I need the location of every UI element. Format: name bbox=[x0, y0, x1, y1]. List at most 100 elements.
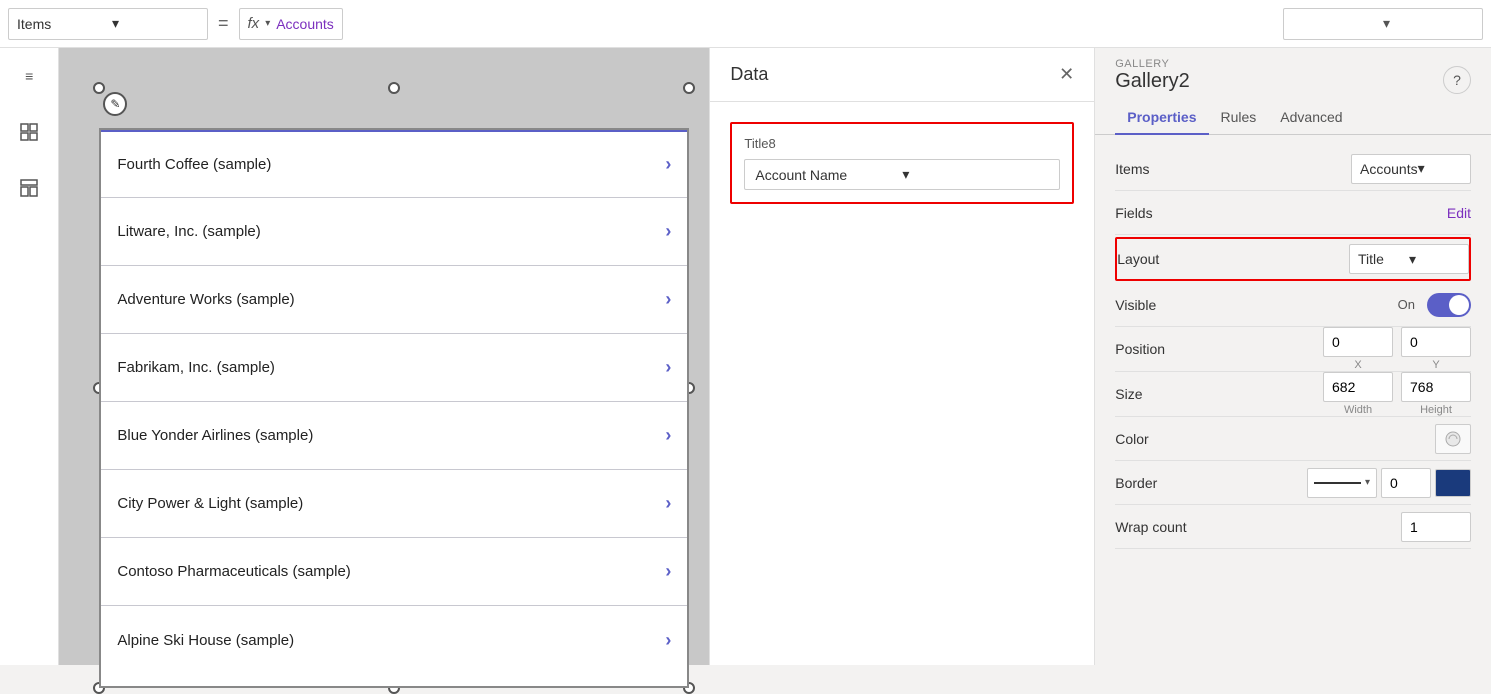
fx-value: Accounts bbox=[276, 16, 334, 32]
wrap-count-value bbox=[1223, 512, 1471, 542]
visible-on-label: On bbox=[1398, 297, 1415, 312]
layout-dropdown[interactable]: Title ▾ bbox=[1349, 244, 1469, 274]
gallery-item[interactable]: Fabrikam, Inc. (sample) › bbox=[101, 334, 687, 402]
gallery-widget: Fourth Coffee (sample) › Litware, Inc. (… bbox=[99, 128, 689, 688]
size-value: Width Height bbox=[1223, 372, 1471, 416]
gallery-item-text: Litware, Inc. (sample) bbox=[117, 223, 665, 240]
equals-separator: = bbox=[208, 13, 239, 34]
visible-toggle[interactable] bbox=[1427, 293, 1471, 317]
color-row: Color bbox=[1115, 417, 1471, 461]
gallery-item[interactable]: Fourth Coffee (sample) › bbox=[101, 130, 687, 198]
layout-label: Layout bbox=[1117, 251, 1217, 267]
data-panel-header: Data ✕ bbox=[710, 48, 1094, 102]
size-height-label: Height bbox=[1420, 404, 1452, 416]
account-name-value: Account Name bbox=[755, 167, 902, 183]
items-row: Items Accounts ▾ bbox=[1115, 147, 1471, 191]
fx-chevron: ▾ bbox=[265, 18, 270, 29]
components-icon[interactable] bbox=[11, 170, 47, 206]
data-field-group: Title8 Account Name ▾ bbox=[730, 122, 1074, 204]
wrap-count-row: Wrap count bbox=[1115, 505, 1471, 549]
gallery-item[interactable]: Litware, Inc. (sample) › bbox=[101, 198, 687, 266]
border-value: ▾ bbox=[1223, 468, 1471, 498]
items-dropdown-value: Accounts bbox=[1360, 161, 1418, 177]
gallery-item-text: Adventure Works (sample) bbox=[117, 291, 665, 308]
data-field-label: Title8 bbox=[744, 136, 1060, 151]
gallery-item-text: Alpine Ski House (sample) bbox=[117, 632, 665, 649]
size-row: Size Width Height bbox=[1115, 372, 1471, 417]
gallery-item[interactable]: City Power & Light (sample) › bbox=[101, 470, 687, 538]
tab-advanced[interactable]: Advanced bbox=[1268, 101, 1354, 135]
layers-icon[interactable] bbox=[11, 114, 47, 150]
size-height-input[interactable] bbox=[1401, 372, 1471, 402]
gallery-item-text: Contoso Pharmaceuticals (sample) bbox=[117, 563, 665, 580]
visible-label: Visible bbox=[1115, 297, 1215, 313]
border-width-input[interactable] bbox=[1381, 468, 1431, 498]
gallery-item-chevron: › bbox=[665, 154, 671, 175]
gallery-item-text: Fourth Coffee (sample) bbox=[117, 156, 665, 173]
gallery-item-chevron: › bbox=[665, 357, 671, 378]
edit-handle[interactable]: ✎ bbox=[103, 92, 127, 116]
handle-tl[interactable] bbox=[93, 82, 105, 94]
fields-label: Fields bbox=[1115, 205, 1215, 221]
fields-row: Fields Edit bbox=[1115, 191, 1471, 235]
gallery-item-chevron: › bbox=[665, 289, 671, 310]
gallery-item[interactable]: Contoso Pharmaceuticals (sample) › bbox=[101, 538, 687, 606]
border-color-swatch[interactable] bbox=[1435, 469, 1471, 497]
gallery-item[interactable]: Adventure Works (sample) › bbox=[101, 266, 687, 334]
tab-properties[interactable]: Properties bbox=[1115, 101, 1208, 135]
data-panel-title: Data bbox=[730, 64, 768, 85]
right-panel-dropdown[interactable]: ▾ bbox=[1283, 8, 1483, 40]
position-row: Position X Y bbox=[1115, 327, 1471, 372]
hamburger-icon[interactable]: ≡ bbox=[11, 58, 47, 94]
items-dropdown[interactable]: Items ▾ bbox=[8, 8, 208, 40]
items-dropdown-chevron-prop: ▾ bbox=[1418, 160, 1462, 177]
color-picker-button[interactable] bbox=[1435, 424, 1471, 454]
layout-value: Title ▾ bbox=[1225, 244, 1469, 274]
wrap-count-label: Wrap count bbox=[1115, 519, 1215, 535]
fields-edit-link[interactable]: Edit bbox=[1447, 205, 1471, 221]
layout-row: Layout Title ▾ bbox=[1115, 237, 1471, 281]
size-label: Size bbox=[1115, 386, 1215, 402]
properties-header: GALLERY Gallery2 ? bbox=[1095, 48, 1491, 101]
position-value: X Y bbox=[1223, 327, 1471, 371]
size-width-input[interactable] bbox=[1323, 372, 1393, 402]
visible-value: On bbox=[1223, 293, 1471, 317]
account-name-dropdown[interactable]: Account Name ▾ bbox=[744, 159, 1060, 190]
data-panel: Data ✕ Title8 Account Name ▾ bbox=[709, 48, 1095, 665]
gallery-item-text: Fabrikam, Inc. (sample) bbox=[117, 359, 665, 376]
handle-tc[interactable] bbox=[388, 82, 400, 94]
size-width-label: Width bbox=[1344, 404, 1372, 416]
items-dropdown-chevron: ▾ bbox=[112, 15, 199, 32]
position-x-label: X bbox=[1354, 359, 1361, 371]
gallery-item-chevron: › bbox=[665, 493, 671, 514]
data-panel-close-button[interactable]: ✕ bbox=[1059, 64, 1074, 85]
visible-row: Visible On bbox=[1115, 283, 1471, 327]
position-y-input[interactable] bbox=[1401, 327, 1471, 357]
properties-panel: GALLERY Gallery2 ? Properties Rules Adva… bbox=[1095, 48, 1491, 665]
gallery-item[interactable]: Alpine Ski House (sample) › bbox=[101, 606, 687, 674]
formula-bar[interactable]: fx ▾ Accounts bbox=[239, 8, 343, 40]
gallery-item[interactable]: Blue Yonder Airlines (sample) › bbox=[101, 402, 687, 470]
canvas-area[interactable]: ✎ Fourth Coffee (sample) › Litware, Inc.… bbox=[59, 48, 709, 665]
items-dropdown-prop[interactable]: Accounts ▾ bbox=[1351, 154, 1471, 184]
position-x-input[interactable] bbox=[1323, 327, 1393, 357]
account-name-chevron: ▾ bbox=[902, 166, 1049, 183]
left-sidebar: ≡ bbox=[0, 48, 59, 665]
border-style-dropdown[interactable]: ▾ bbox=[1307, 468, 1377, 498]
border-style-chevron: ▾ bbox=[1365, 477, 1370, 488]
help-button[interactable]: ? bbox=[1443, 66, 1471, 94]
tab-rules[interactable]: Rules bbox=[1209, 101, 1269, 135]
gallery-item-text: City Power & Light (sample) bbox=[117, 495, 665, 512]
data-panel-body: Title8 Account Name ▾ bbox=[710, 102, 1094, 224]
gallery-item-text: Blue Yonder Airlines (sample) bbox=[117, 427, 665, 444]
handle-tr[interactable] bbox=[683, 82, 695, 94]
right-dropdown-chevron: ▾ bbox=[1383, 15, 1474, 32]
position-label: Position bbox=[1115, 341, 1215, 357]
top-bar: Items ▾ = fx ▾ Accounts ▾ bbox=[0, 0, 1491, 48]
items-value: Accounts ▾ bbox=[1223, 154, 1471, 184]
wrap-count-input[interactable] bbox=[1401, 512, 1471, 542]
gallery-instance-name: Gallery2 bbox=[1115, 70, 1189, 93]
border-row: Border ▾ bbox=[1115, 461, 1471, 505]
color-label: Color bbox=[1115, 431, 1215, 447]
fx-icon: fx bbox=[248, 15, 260, 32]
